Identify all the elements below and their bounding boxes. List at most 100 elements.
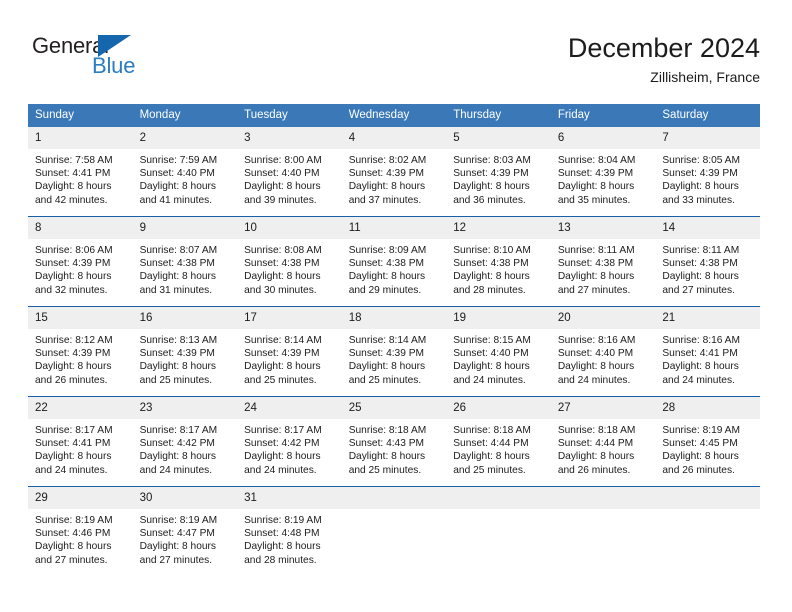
day-number xyxy=(341,487,447,509)
day-cell[interactable]: 1 Sunrise: 7:58 AM Sunset: 4:41 PM Dayli… xyxy=(28,127,133,217)
daylight-line1: Daylight: 8 hours xyxy=(453,181,530,193)
day-cell[interactable]: 7 Sunrise: 8:05 AM Sunset: 4:39 PM Dayli… xyxy=(655,127,760,217)
daylight-line1: Daylight: 8 hours xyxy=(557,361,635,373)
day-cell[interactable]: 29 Sunrise: 8:19 AM Sunset: 4:46 PM Dayl… xyxy=(28,486,133,576)
daylight-line1: Daylight: 8 hours xyxy=(348,181,426,193)
week-row: 15 Sunrise: 8:12 AM Sunset: 4:39 PM Dayl… xyxy=(28,306,760,397)
day-details: Sunrise: 8:15 AM Sunset: 4:40 PM Dayligh… xyxy=(446,329,551,387)
day-cell[interactable]: 17 Sunrise: 8:14 AM Sunset: 4:39 PM Dayl… xyxy=(237,306,342,397)
day-cell[interactable]: 10 Sunrise: 8:08 AM Sunset: 4:38 PM Dayl… xyxy=(237,216,342,307)
day-cell[interactable]: 22 Sunrise: 8:17 AM Sunset: 4:41 PM Dayl… xyxy=(28,396,133,487)
day-number: 22 xyxy=(28,397,133,419)
daylight-line2: and 25 minutes. xyxy=(453,464,526,476)
day-cell[interactable]: 3 Sunrise: 8:00 AM Sunset: 4:40 PM Dayli… xyxy=(237,127,342,217)
calendar-body: 1 Sunrise: 7:58 AM Sunset: 4:41 PM Dayli… xyxy=(28,127,760,576)
sunrise-text: Sunrise: 8:18 AM xyxy=(453,425,531,436)
day-cell[interactable]: 16 Sunrise: 8:13 AM Sunset: 4:39 PM Dayl… xyxy=(132,306,238,397)
day-cell[interactable]: 12 Sunrise: 8:10 AM Sunset: 4:38 PM Dayl… xyxy=(446,216,551,307)
day-details: Sunrise: 8:09 AM Sunset: 4:38 PM Dayligh… xyxy=(342,239,447,297)
sunrise-text: Sunrise: 8:18 AM xyxy=(557,425,636,436)
day-cell[interactable]: 13 Sunrise: 8:11 AM Sunset: 4:38 PM Dayl… xyxy=(550,216,656,307)
day-details: Sunrise: 8:04 AM Sunset: 4:39 PM Dayligh… xyxy=(551,149,656,207)
day-cell[interactable]: 20 Sunrise: 8:16 AM Sunset: 4:40 PM Dayl… xyxy=(550,306,656,397)
sunset-text: Sunset: 4:41 PM xyxy=(35,168,111,180)
general-blue-logo[interactable]: General Blue xyxy=(30,33,210,85)
day-cell[interactable]: 14 Sunrise: 8:11 AM Sunset: 4:38 PM Dayl… xyxy=(655,216,760,307)
day-cell[interactable]: 26 Sunrise: 8:18 AM Sunset: 4:44 PM Dayl… xyxy=(446,396,551,487)
sunrise-text: Sunrise: 8:19 AM xyxy=(244,515,322,526)
day-details: Sunrise: 8:19 AM Sunset: 4:45 PM Dayligh… xyxy=(655,419,760,477)
day-cell[interactable]: 30 Sunrise: 8:19 AM Sunset: 4:47 PM Dayl… xyxy=(132,486,238,576)
day-number: 1 xyxy=(28,127,133,149)
day-details: Sunrise: 8:18 AM Sunset: 4:44 PM Dayligh… xyxy=(551,419,656,477)
day-number: 25 xyxy=(341,397,447,419)
day-cell[interactable]: 19 Sunrise: 8:15 AM Sunset: 4:40 PM Dayl… xyxy=(446,306,551,397)
week-row: 22 Sunrise: 8:17 AM Sunset: 4:41 PM Dayl… xyxy=(28,396,760,487)
logo-text-blue: Blue xyxy=(92,53,136,78)
sunrise-text: Sunrise: 8:04 AM xyxy=(557,155,636,166)
day-number: 24 xyxy=(237,397,342,419)
sunrise-text: Sunrise: 7:58 AM xyxy=(35,155,113,166)
sunset-text: Sunset: 4:40 PM xyxy=(139,168,215,180)
sunset-text: Sunset: 4:42 PM xyxy=(139,438,215,450)
sunset-text: Sunset: 4:38 PM xyxy=(453,258,529,270)
sunrise-text: Sunrise: 8:08 AM xyxy=(244,245,322,256)
daylight-line1: Daylight: 8 hours xyxy=(557,451,635,463)
daylight-line2: and 28 minutes. xyxy=(244,554,317,566)
sunrise-text: Sunrise: 8:11 AM xyxy=(557,245,635,256)
sunset-text: Sunset: 4:39 PM xyxy=(453,168,529,180)
weekday-header-monday: Monday xyxy=(132,104,238,127)
daylight-line1: Daylight: 8 hours xyxy=(453,271,530,283)
day-number: 12 xyxy=(446,217,551,239)
day-cell[interactable]: 5 Sunrise: 8:03 AM Sunset: 4:39 PM Dayli… xyxy=(446,127,551,217)
daylight-line2: and 24 minutes. xyxy=(35,464,108,476)
daylight-line2: and 36 minutes. xyxy=(453,194,526,206)
weekday-header-row: Sunday Monday Tuesday Wednesday Thursday… xyxy=(28,104,760,127)
day-number: 7 xyxy=(655,127,760,149)
sunset-text: Sunset: 4:44 PM xyxy=(453,438,529,450)
sunset-text: Sunset: 4:39 PM xyxy=(557,168,634,180)
day-cell[interactable]: 11 Sunrise: 8:09 AM Sunset: 4:38 PM Dayl… xyxy=(341,216,447,307)
week-row: 1 Sunrise: 7:58 AM Sunset: 4:41 PM Dayli… xyxy=(28,127,760,217)
day-cell[interactable]: 8 Sunrise: 8:06 AM Sunset: 4:39 PM Dayli… xyxy=(28,216,133,307)
daylight-line2: and 28 minutes. xyxy=(453,284,526,296)
day-details: Sunrise: 8:08 AM Sunset: 4:38 PM Dayligh… xyxy=(237,239,342,297)
day-cell[interactable]: 9 Sunrise: 8:07 AM Sunset: 4:38 PM Dayli… xyxy=(132,216,238,307)
daylight-line1: Daylight: 8 hours xyxy=(662,181,739,193)
sunrise-text: Sunrise: 7:59 AM xyxy=(139,155,218,166)
page-header: General Blue December 2024 Zillisheim, F… xyxy=(0,0,792,104)
daylight-line2: and 35 minutes. xyxy=(557,194,631,206)
day-cell[interactable]: 6 Sunrise: 8:04 AM Sunset: 4:39 PM Dayli… xyxy=(550,127,656,217)
daylight-line1: Daylight: 8 hours xyxy=(35,541,112,553)
weekday-header-sunday: Sunday xyxy=(28,104,133,127)
sunrise-text: Sunrise: 8:19 AM xyxy=(35,515,113,526)
day-details: Sunrise: 8:11 AM Sunset: 4:38 PM Dayligh… xyxy=(551,239,656,297)
daylight-line2: and 31 minutes. xyxy=(139,284,213,296)
sunset-text: Sunset: 4:41 PM xyxy=(35,438,111,450)
sunset-text: Sunset: 4:39 PM xyxy=(348,348,425,360)
sunset-text: Sunset: 4:39 PM xyxy=(139,348,215,360)
sunrise-text: Sunrise: 8:16 AM xyxy=(662,335,740,346)
day-details: Sunrise: 8:06 AM Sunset: 4:39 PM Dayligh… xyxy=(28,239,133,297)
day-cell[interactable]: 15 Sunrise: 8:12 AM Sunset: 4:39 PM Dayl… xyxy=(28,306,133,397)
sunrise-text: Sunrise: 8:14 AM xyxy=(348,335,427,346)
day-number: 27 xyxy=(550,397,656,419)
day-cell[interactable]: 4 Sunrise: 8:02 AM Sunset: 4:39 PM Dayli… xyxy=(341,127,447,217)
day-cell[interactable]: 23 Sunrise: 8:17 AM Sunset: 4:42 PM Dayl… xyxy=(132,396,238,487)
day-number: 15 xyxy=(28,307,133,329)
daylight-line2: and 27 minutes. xyxy=(35,554,108,566)
day-number: 19 xyxy=(446,307,551,329)
sunset-text: Sunset: 4:48 PM xyxy=(244,528,320,540)
day-cell[interactable]: 28 Sunrise: 8:19 AM Sunset: 4:45 PM Dayl… xyxy=(655,396,760,487)
day-cell[interactable]: 24 Sunrise: 8:17 AM Sunset: 4:42 PM Dayl… xyxy=(237,396,342,487)
day-cell[interactable]: 25 Sunrise: 8:18 AM Sunset: 4:43 PM Dayl… xyxy=(341,396,447,487)
day-cell[interactable]: 18 Sunrise: 8:14 AM Sunset: 4:39 PM Dayl… xyxy=(341,306,447,397)
sunrise-text: Sunrise: 8:09 AM xyxy=(348,245,427,256)
day-cell[interactable]: 21 Sunrise: 8:16 AM Sunset: 4:41 PM Dayl… xyxy=(655,306,760,397)
day-details: Sunrise: 8:05 AM Sunset: 4:39 PM Dayligh… xyxy=(655,149,760,207)
day-cell[interactable]: 31 Sunrise: 8:19 AM Sunset: 4:48 PM Dayl… xyxy=(237,486,342,576)
day-cell[interactable]: 27 Sunrise: 8:18 AM Sunset: 4:44 PM Dayl… xyxy=(550,396,656,487)
day-cell[interactable]: 2 Sunrise: 7:59 AM Sunset: 4:40 PM Dayli… xyxy=(132,127,238,217)
day-number: 17 xyxy=(237,307,342,329)
daylight-line2: and 42 minutes. xyxy=(35,194,108,206)
